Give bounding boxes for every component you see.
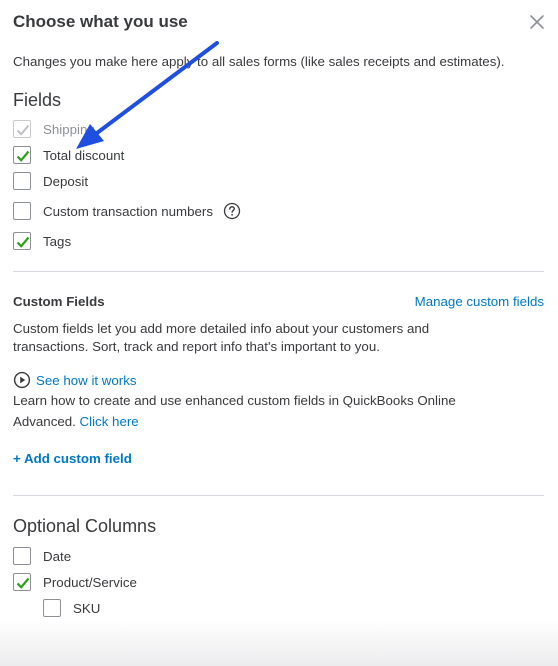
date-checkbox[interactable]	[13, 547, 31, 565]
click-here-link[interactable]: Click here	[80, 414, 139, 429]
sku-label: SKU	[73, 600, 101, 616]
divider	[13, 271, 544, 272]
custom-transaction-numbers-checkbox[interactable]	[13, 202, 31, 220]
date-label: Date	[43, 548, 72, 564]
question-circle-icon[interactable]	[223, 202, 241, 220]
total-discount-checkbox[interactable]	[13, 146, 31, 164]
shipping-checkbox[interactable]	[13, 120, 31, 138]
learn-line2-text: Advanced.	[13, 414, 76, 429]
see-how-it-works-link[interactable]: See how it works	[36, 373, 137, 388]
field-shipping[interactable]: Shipping	[13, 119, 95, 139]
learn-line1: Learn how to create and use enhanced cus…	[13, 393, 456, 408]
shipping-label: Shipping	[43, 121, 95, 137]
choose-what-you-use-panel: Choose what you use Changes you make her…	[0, 0, 558, 666]
deposit-label: Deposit	[43, 173, 89, 189]
optional-columns-heading: Optional Columns	[13, 516, 157, 536]
column-sku[interactable]: SKU	[43, 598, 100, 618]
field-total-discount[interactable]: Total discount	[13, 145, 124, 165]
total-discount-label: Total discount	[43, 147, 125, 163]
product-service-label: Product/Service	[43, 574, 137, 590]
field-deposit[interactable]: Deposit	[13, 171, 88, 191]
panel-subtitle: Changes you make here apply to all sales…	[13, 54, 505, 69]
sku-checkbox[interactable]	[43, 599, 61, 617]
field-custom-transaction-numbers[interactable]: Custom transaction numbers	[13, 201, 241, 221]
scroll-fade	[0, 620, 558, 666]
play-circle-icon	[13, 371, 31, 389]
deposit-checkbox[interactable]	[13, 172, 31, 190]
column-date[interactable]: Date	[13, 546, 71, 566]
panel-title: Choose what you use	[13, 12, 188, 31]
column-product-service[interactable]: Product/Service	[13, 572, 137, 592]
tags-checkbox[interactable]	[13, 232, 31, 250]
learn-line2: Advanced. Click here	[13, 411, 139, 432]
custom-fields-heading: Custom Fields	[13, 294, 105, 309]
fields-heading: Fields	[13, 90, 62, 110]
close-icon[interactable]	[527, 12, 547, 32]
manage-custom-fields-link[interactable]: Manage custom fields	[415, 294, 544, 309]
tags-label: Tags	[43, 233, 72, 249]
field-tags[interactable]: Tags	[13, 231, 71, 251]
custom-fields-description-line2: transactions. Sort, track and report inf…	[13, 339, 380, 354]
add-custom-field-link[interactable]: + Add custom field	[13, 451, 132, 466]
see-how-it-works[interactable]: See how it works	[13, 371, 137, 389]
custom-transaction-numbers-label: Custom transaction numbers	[43, 203, 213, 219]
product-service-checkbox[interactable]	[13, 573, 31, 591]
divider	[13, 495, 544, 496]
